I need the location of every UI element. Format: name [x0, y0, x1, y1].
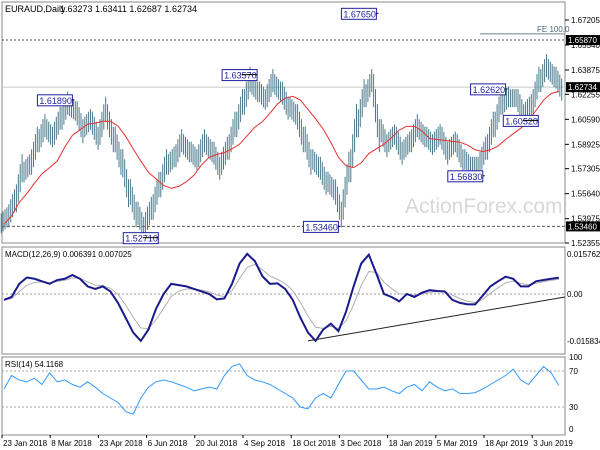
chart-window: ActionForex.com EURAUD,Daily 1.63273 1.6…	[0, 0, 600, 450]
level-price-label: 1.65870	[568, 36, 597, 45]
fe-label: FE 100.0	[537, 25, 570, 34]
rsi-tick-label: 30	[569, 403, 578, 412]
price-annotation: 1.52710	[125, 234, 158, 244]
date-tick-label: 18 Apr 2019	[485, 439, 529, 448]
macd-signal-line	[3, 263, 559, 330]
macd-title: MACD(12,26,9) 0.006391 0.007025	[5, 250, 132, 259]
date-tick-label: 4 Sep 2018	[244, 439, 285, 448]
level-price-label: 1.53460	[568, 222, 597, 231]
price-annotation: 1.63570	[224, 71, 257, 81]
rsi-panel	[1, 356, 566, 436]
date-tick-label: 3 Jun 2019	[533, 439, 573, 448]
price-annotation: 1.60520	[505, 116, 538, 126]
date-tick-label: 18 Jan 2019	[389, 439, 434, 448]
price-tick-label: 1.55640	[571, 190, 600, 199]
date-tick-label: 8 Mar 2018	[51, 439, 92, 448]
macd-tick-label: 0.00	[567, 290, 583, 299]
date-tick-label: 23 Jan 2018	[3, 439, 48, 448]
price-annotation: 1.61890	[39, 96, 72, 106]
symbol-label: EURAUD,Daily	[5, 4, 66, 14]
date-tick-label: 23 Apr 2018	[99, 439, 143, 448]
date-tick-label: 18 Oct 2018	[292, 439, 336, 448]
price-tick-label: 1.52355	[571, 239, 600, 248]
date-tick-label: 5 Mar 2019	[437, 439, 478, 448]
price-tick-label: 1.63875	[571, 66, 600, 75]
watermark: ActionForex.com	[405, 195, 563, 218]
macd-line	[3, 252, 559, 343]
ohlc-readout: 1.63273 1.63411 1.62687 1.62734	[60, 4, 197, 14]
price-tick-label: 1.67205	[571, 16, 600, 25]
date-tick-label: 3 Dec 2018	[340, 439, 381, 448]
rsi-tick-label: 70	[569, 367, 578, 376]
price-annotation: 1.56830	[450, 172, 483, 182]
rsi-title: RSI(14) 54.1168	[5, 360, 64, 369]
price-tick-label: 1.60590	[571, 115, 600, 124]
price-annotation: 1.67650	[343, 9, 376, 19]
rsi-tick-label: 100	[569, 353, 583, 362]
date-tick-label: 20 Jul 2018	[196, 439, 238, 448]
rsi-tick-label: 0	[569, 425, 574, 434]
macd-tick-label: -0.015834	[567, 337, 600, 346]
price-tick-label: 1.58925	[571, 140, 600, 149]
chart-svg: ActionForex.com EURAUD,Daily 1.63273 1.6…	[0, 1, 600, 448]
date-tick-label: 6 Jun 2018	[148, 439, 188, 448]
macd-tick-label: 0.015762	[567, 250, 600, 259]
price-tick-label: 1.57305	[571, 165, 600, 174]
price-annotation: 1.62620	[473, 85, 506, 95]
price-annotation: 1.53460	[305, 222, 338, 232]
level-price-label: 1.62734	[568, 83, 597, 92]
